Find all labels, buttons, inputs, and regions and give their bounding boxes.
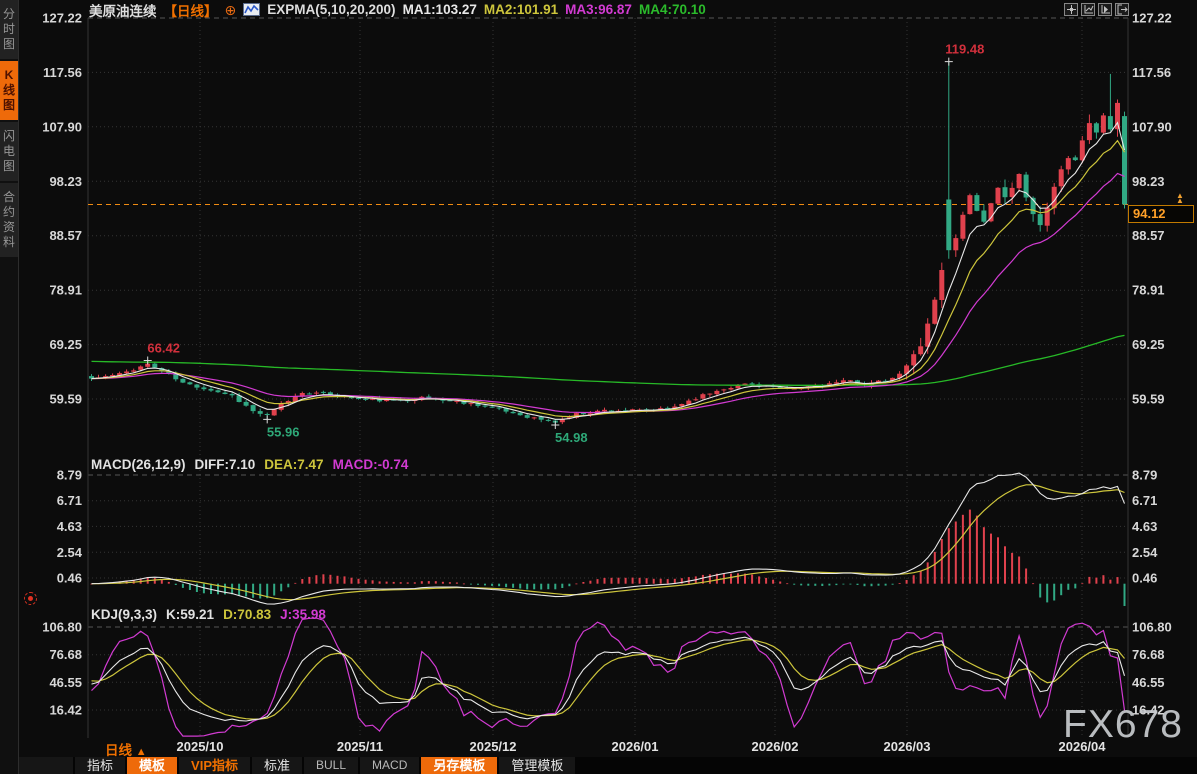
x-axis-month-label: 2026/02 [740, 739, 810, 754]
window-tool-icons [1064, 3, 1129, 16]
exit-window-icon[interactable] [1115, 3, 1129, 16]
svg-text:0.46: 0.46 [1132, 571, 1157, 586]
kdj-d-value: D:70.83 [223, 607, 271, 623]
svg-text:78.91: 78.91 [49, 283, 82, 298]
axis-chart-up-icon[interactable] [1081, 3, 1095, 16]
macd-diff-value: DIFF:7.10 [195, 457, 256, 473]
svg-text:55.96: 55.96 [267, 424, 300, 439]
trading-app-window: 127.22 127.22 117.56 117.56 107.90 107.90 98.2… [0, 0, 1197, 774]
svg-text:127.22: 127.22 [1132, 11, 1172, 26]
svg-text:46.55: 46.55 [49, 675, 82, 690]
indicator-settings-sun-icon[interactable] [24, 592, 37, 605]
svg-text:4.63: 4.63 [57, 519, 82, 534]
x-axis-month-label: 2026/03 [872, 739, 942, 754]
macd-dea-value: DEA:7.47 [264, 457, 323, 473]
svg-text:98.23: 98.23 [49, 174, 82, 189]
indicator-name: EXPMA(5,10,20,200) [267, 2, 395, 17]
kdj-title: KDJ(9,3,3) [91, 607, 157, 623]
toolbar-item-0[interactable]: 指标 [75, 757, 125, 774]
toolbar-item-6[interactable]: 另存模板 [421, 757, 497, 774]
x-axis-month-label: 2026/01 [600, 739, 670, 754]
chart-canvas[interactable]: 127.22 127.22 117.56 117.56 107.90 107.90 98.2… [0, 0, 1197, 774]
macd-panel [91, 473, 1126, 606]
svg-text:117.56: 117.56 [1132, 65, 1171, 80]
line-chart-icon[interactable] [243, 3, 260, 16]
svg-text:106.80: 106.80 [1132, 620, 1172, 635]
svg-text:107.90: 107.90 [1132, 119, 1172, 134]
svg-text:106.80: 106.80 [42, 620, 82, 635]
macd-panel-header: MACD(26,12,9) DIFF:7.10 DEA:7.47 MACD:-0… [91, 457, 408, 473]
x-axis-month-label: 2025/11 [325, 739, 395, 754]
svg-text:16.42: 16.42 [49, 703, 82, 718]
sidebar-tab-3[interactable]: 合约资料 [0, 183, 18, 257]
x-axis-months: 日线 ▲ 2025/10 2025/11 2025/12 2026/01 2026/02… [19, 739, 1197, 757]
svg-text:88.57: 88.57 [1132, 228, 1165, 243]
ma1-value: MA1:103.27 [403, 2, 477, 17]
svg-text:6.71: 6.71 [1132, 493, 1157, 508]
expma-lines [92, 123, 1125, 420]
svg-text:8.79: 8.79 [1132, 468, 1157, 483]
svg-text:119.48: 119.48 [945, 42, 984, 57]
toolbar-spacer [19, 757, 73, 774]
ma4-value: MA4:70.10 [639, 2, 706, 17]
kdj-k-value: K:59.21 [166, 607, 214, 623]
ma2-value: MA2:101.91 [484, 2, 558, 17]
svg-text:2.54: 2.54 [57, 545, 83, 560]
svg-text:117.56: 117.56 [43, 65, 82, 80]
sidebar-tab-2[interactable]: 闪电图 [0, 122, 18, 181]
svg-text:69.25: 69.25 [1132, 337, 1165, 352]
chart-header: 美原油连续 【日线】 ⊕ EXPMA(5,10,20,200) MA1:103.… [89, 1, 706, 18]
period-selector[interactable]: 日线 ▲ [105, 739, 147, 759]
svg-text:88.57: 88.57 [49, 228, 82, 243]
svg-text:78.91: 78.91 [1132, 283, 1165, 298]
kdj-j-value: J:35.98 [280, 607, 326, 623]
svg-text:127.22: 127.22 [42, 11, 82, 26]
period-tag[interactable]: 【日线】 [164, 0, 218, 20]
svg-text:69.25: 69.25 [49, 337, 82, 352]
last-price-tag: 94.12 [1128, 205, 1194, 223]
svg-text:76.68: 76.68 [49, 647, 82, 662]
ma3-value: MA3:96.87 [565, 2, 632, 17]
chart-type-sidebar: 分时图 K线图闪电图合约资料 [0, 0, 19, 774]
x-axis-month-label: 2025/10 [165, 739, 235, 754]
toolbar-item-7[interactable]: 管理模板 [499, 757, 575, 774]
kdj-panel [92, 618, 1125, 736]
svg-text:59.59: 59.59 [1132, 392, 1165, 407]
toolbar-item-2[interactable]: VIP指标 [179, 757, 250, 774]
macd-title: MACD(26,12,9) [91, 457, 186, 473]
bottom-toolbar: 指标模板VIP指标标准BULLMACD另存模板管理模板 [19, 757, 1197, 774]
sidebar-tab-0[interactable]: 分时图 [0, 0, 18, 59]
svg-text:76.68: 76.68 [1132, 647, 1165, 662]
last-price-marker-icon: ▲▲ [1176, 193, 1184, 203]
toolbar-item-1[interactable]: 模板 [127, 757, 177, 774]
svg-text:98.23: 98.23 [1132, 174, 1165, 189]
svg-text:66.42: 66.42 [147, 341, 180, 356]
axis-chart-play-icon[interactable] [1098, 3, 1112, 16]
svg-text:54.98: 54.98 [555, 430, 588, 445]
x-axis-month-label: 2025/12 [458, 739, 528, 754]
macd-bar-value: MACD:-0.74 [333, 457, 409, 473]
symbol-name: 美原油连续 [89, 0, 157, 20]
candlesticks [89, 62, 1127, 425]
svg-text:6.71: 6.71 [57, 493, 82, 508]
kdj-panel-header: KDJ(9,3,3) K:59.21 D:70.83 J:35.98 [91, 607, 326, 623]
toolbar-item-5[interactable]: MACD [360, 757, 419, 774]
toolbar-item-4[interactable]: BULL [304, 757, 358, 774]
svg-text:107.90: 107.90 [42, 119, 82, 134]
period-selector-label: 日线 [105, 743, 132, 758]
toolbar-item-3[interactable]: 标准 [252, 757, 302, 774]
circle-plus-icon[interactable]: ⊕ [225, 3, 237, 17]
svg-text:2.54: 2.54 [1132, 545, 1158, 560]
svg-text:46.55: 46.55 [1132, 675, 1165, 690]
svg-text:8.79: 8.79 [57, 468, 82, 483]
svg-text:59.59: 59.59 [49, 392, 82, 407]
svg-text:4.63: 4.63 [1132, 519, 1157, 534]
sidebar-tab-1[interactable]: K线图 [0, 61, 18, 120]
watermark: FX678 [1063, 703, 1183, 747]
crosshair-move-icon[interactable] [1064, 3, 1078, 16]
svg-text:0.46: 0.46 [57, 571, 82, 586]
